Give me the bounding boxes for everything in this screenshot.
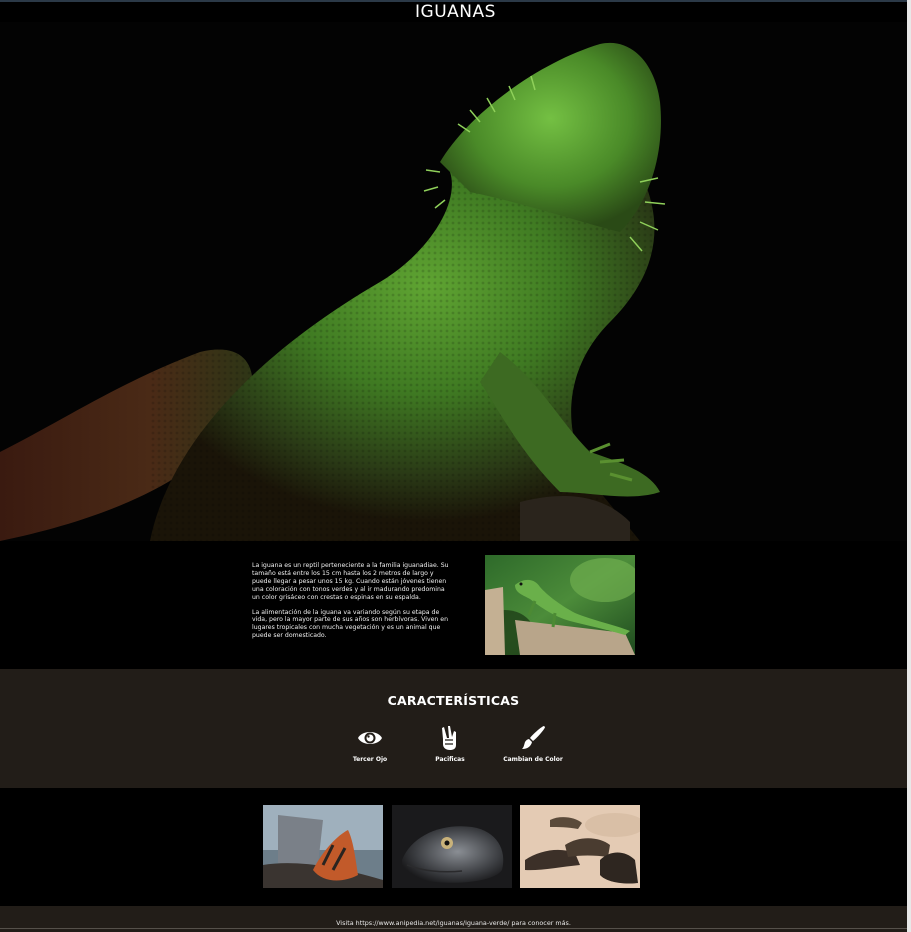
- feature-label: Pacificas: [435, 756, 465, 763]
- bottom-border: [0, 928, 907, 929]
- gallery-section: [0, 788, 907, 906]
- site-header: IGUANAS: [0, 2, 911, 22]
- feature-cambian-color: Cambian de Color: [493, 725, 573, 763]
- features-section: CARACTERÍSTICAS Tercer Ojo Pacificas Cam: [0, 669, 907, 788]
- paint-brush-icon: [522, 726, 545, 749]
- feature-tercer-ojo: Tercer Ojo: [330, 725, 410, 763]
- intro-paragraph-2: La alimentación de la iguana va variando…: [252, 608, 449, 640]
- gallery-image-2: [392, 805, 512, 888]
- gallery-image-1: [263, 805, 383, 888]
- feature-pacificas: Pacificas: [410, 725, 490, 763]
- scrollbar[interactable]: [907, 0, 911, 932]
- footer-text: Visita https://www.anipedia.net/iguanas/…: [336, 919, 571, 927]
- hero-image: [0, 22, 907, 541]
- feature-label: Tercer Ojo: [352, 756, 388, 763]
- peace-hand-icon: [442, 726, 456, 750]
- intro-paragraph-1: La iguana es un reptil perteneciente a l…: [252, 562, 449, 601]
- page-title: IGUANAS: [415, 2, 496, 22]
- features-title: CARACTERÍSTICAS: [387, 693, 520, 708]
- eye-icon: [358, 732, 382, 744]
- hero-lizard-illustration: [0, 22, 907, 541]
- page: IGUANAS La iguana es un reptil perteneci…: [0, 0, 911, 932]
- green-iguana-image: [485, 555, 635, 655]
- intro-text: La iguana es un reptil perteneciente a l…: [252, 562, 452, 647]
- feature-label: Cambian de Color: [503, 756, 563, 763]
- gallery-image-3: [520, 805, 640, 888]
- intro-section: La iguana es un reptil perteneciente a l…: [0, 541, 907, 669]
